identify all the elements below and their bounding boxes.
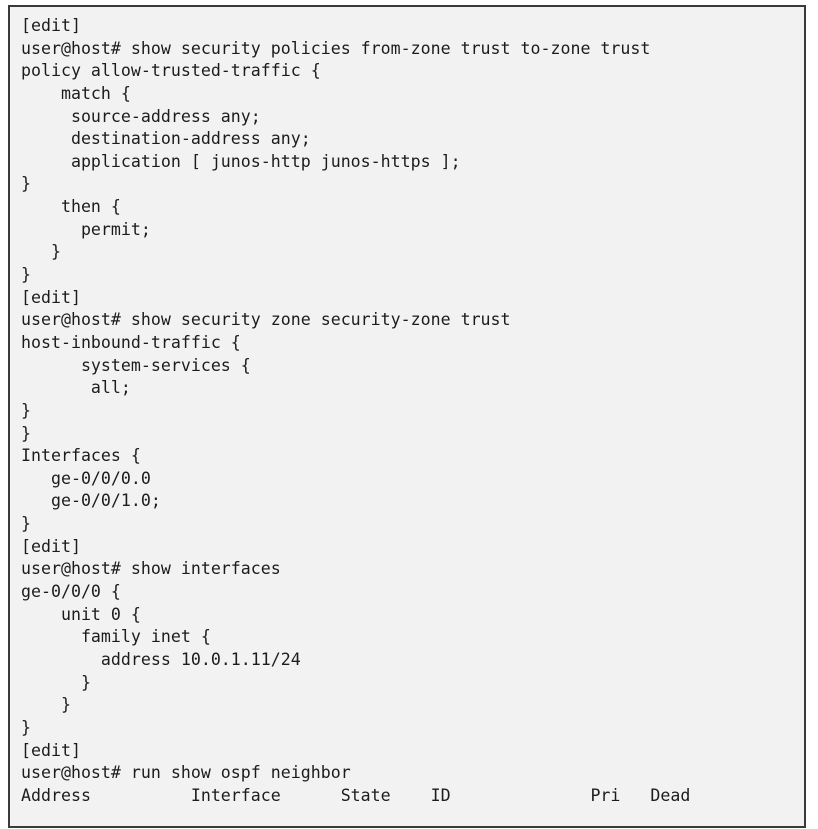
- ospf-table-header: user@host# run show ospf neighbor: [21, 763, 351, 783]
- cli-line: ge-0/0/0 {: [21, 582, 121, 602]
- cli-line-command: [edit]: [21, 740, 81, 760]
- cli-line: [edit]: [21, 16, 81, 35]
- cli-line-command: user@host# show interfaces: [21, 559, 281, 579]
- cli-line: [edit]: [21, 287, 81, 307]
- cli-line: }: [21, 423, 31, 443]
- cli-line: family inet {: [21, 627, 211, 647]
- cli-line: host-inbound-traffic {: [21, 332, 241, 352]
- cli-line: all;: [21, 378, 131, 398]
- cli-line: address 10.0.1.11/24: [21, 649, 301, 669]
- cli-line: permit;: [21, 219, 151, 239]
- cli-line: policy allow-trusted-traffic {: [21, 61, 321, 81]
- cli-line: match {: [21, 83, 131, 103]
- cli-line: source-address any;: [21, 106, 261, 126]
- cli-line-command: user@host# show security policies from-z…: [21, 38, 651, 58]
- cli-line: }: [21, 265, 31, 285]
- cli-line: then {: [21, 197, 121, 217]
- cli-line: ge-0/0/1.0;: [21, 491, 161, 511]
- cli-line: destination-address any;: [21, 129, 311, 149]
- cli-line-command: user@host# show security zone security-z…: [21, 310, 511, 330]
- cli-line: application [ junos-http junos-https ];: [21, 151, 461, 171]
- cli-line: }: [21, 695, 71, 715]
- cli-line: }: [21, 717, 31, 737]
- cli-line: }: [21, 242, 61, 262]
- terminal-output[interactable]: [edit] user@host# show security policies…: [10, 7, 804, 826]
- cli-line: Interfaces {: [21, 446, 141, 466]
- terminal-window: [edit] user@host# show security policies…: [8, 5, 806, 828]
- cli-line: }: [21, 174, 31, 194]
- cli-line: }: [21, 400, 31, 420]
- cli-line: system-services {: [21, 355, 251, 375]
- cli-line: ge-0/0/0.0: [21, 468, 151, 488]
- cli-line: [edit]: [21, 536, 81, 556]
- cli-line: unit 0 {: [21, 604, 141, 624]
- cli-line: }: [21, 672, 91, 692]
- ospf-table-row: Address Interface State ID Pri Dead: [21, 785, 691, 805]
- cli-line: }: [21, 514, 31, 534]
